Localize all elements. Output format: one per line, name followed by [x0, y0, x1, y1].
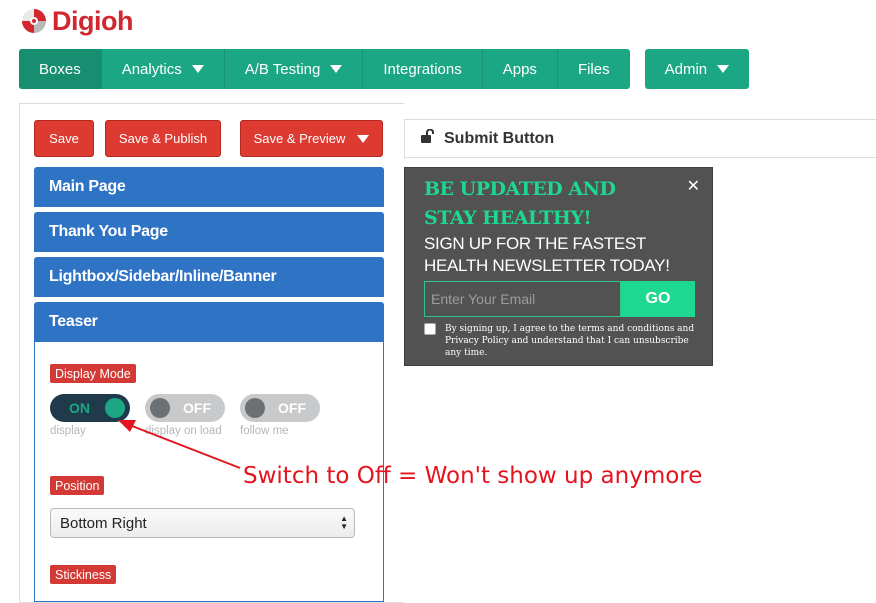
main-nav: Boxes Analytics A/B Testing Integrations…: [19, 49, 750, 89]
display-mode-label: Display Mode: [50, 364, 136, 383]
terms-checkbox[interactable]: [424, 323, 436, 335]
select-arrows-icon: ▲ ▼: [340, 514, 348, 531]
position-label: Position: [50, 476, 105, 495]
save-preview-label: Save & Preview: [253, 131, 346, 146]
nav-tab-label: Integrations: [383, 60, 462, 78]
toggle-state: OFF: [183, 400, 211, 416]
nav-tab-boxes[interactable]: Boxes: [19, 49, 102, 89]
display-on-load-toggle[interactable]: OFF: [145, 394, 225, 422]
section-label: Teaser: [49, 313, 98, 330]
section-teaser[interactable]: Teaser: [34, 302, 384, 342]
preview-headline-1: BE UPDATED AND: [424, 178, 616, 200]
terms-text: By signing up, I agree to the terms and …: [445, 324, 695, 358]
caret-down-icon: [357, 134, 370, 143]
save-button-label: Save: [49, 131, 79, 146]
nav-tab-apps[interactable]: Apps: [483, 49, 558, 89]
section-label: Thank You Page: [49, 223, 168, 240]
save-preview-button[interactable]: Save & Preview: [240, 120, 383, 157]
unlock-icon: [420, 128, 434, 148]
toggle-knob: [245, 398, 265, 418]
display-caption: display: [50, 425, 86, 437]
go-button[interactable]: GO: [621, 281, 695, 317]
submit-button-title: Submit Button: [444, 129, 555, 147]
section-label: Main Page: [49, 178, 126, 195]
nav-tab-label: Apps: [502, 60, 537, 78]
nav-tab-label: Admin: [664, 60, 708, 78]
nav-tab-integrations[interactable]: Integrations: [363, 49, 483, 89]
nav-admin-group: Admin: [644, 49, 750, 89]
save-button[interactable]: Save: [34, 120, 94, 157]
display-toggle[interactable]: ON: [50, 394, 130, 422]
toggle-knob: [105, 398, 125, 418]
preview-headline-2: STAY HEALTHY!: [424, 207, 592, 229]
nav-tab-label: Files: [577, 60, 610, 78]
email-input[interactable]: Enter Your Email: [424, 281, 621, 317]
caret-down-icon: [330, 65, 343, 73]
position-select-value: Bottom Right: [60, 514, 147, 532]
logo-text: Digioh: [52, 5, 133, 36]
nav-tab-label: A/B Testing: [244, 60, 321, 78]
nav-tab-label: Analytics: [121, 60, 182, 78]
section-main-page[interactable]: Main Page: [34, 167, 384, 207]
nav-tab-analytics[interactable]: Analytics: [102, 49, 225, 89]
save-publish-label: Save & Publish: [118, 131, 208, 146]
save-publish-button[interactable]: Save & Publish: [105, 120, 221, 157]
annotation-text: Switch to Off = Won't show up anymore: [243, 463, 703, 489]
close-icon[interactable]: ✕: [687, 176, 700, 196]
follow-me-caption: follow me: [240, 425, 289, 437]
follow-me-toggle[interactable]: OFF: [240, 394, 320, 422]
toggle-state: ON: [69, 400, 90, 416]
stickiness-label: Stickiness: [50, 565, 117, 584]
toggle-state: OFF: [278, 400, 306, 416]
nav-tab-admin[interactable]: Admin: [645, 49, 750, 89]
newsletter-preview: ✕ BE UPDATED AND STAY HEALTHY! SIGN UP F…: [404, 167, 713, 366]
preview-subtitle-2: HEALTH NEWSLETTER TODAY!: [424, 256, 670, 275]
logo-pinwheel-icon: [20, 7, 48, 35]
display-on-load-caption: display on load: [145, 425, 222, 437]
position-select[interactable]: Bottom Right ▲ ▼: [50, 508, 355, 538]
section-lightbox[interactable]: Lightbox/Sidebar/Inline/Banner: [34, 257, 384, 297]
app-logo[interactable]: Digioh: [20, 4, 133, 38]
section-thank-you-page[interactable]: Thank You Page: [34, 212, 384, 252]
nav-tab-ab-testing[interactable]: A/B Testing: [225, 49, 364, 89]
submit-button-bar[interactable]: Submit Button: [404, 119, 876, 158]
nav-tab-label: Boxes: [39, 60, 81, 78]
toggle-knob: [150, 398, 170, 418]
nav-group: Boxes Analytics A/B Testing Integrations…: [19, 49, 630, 89]
section-label: Lightbox/Sidebar/Inline/Banner: [49, 268, 277, 285]
caret-down-icon: [717, 65, 730, 73]
nav-tab-files[interactable]: Files: [558, 49, 630, 89]
caret-down-icon: [191, 65, 204, 73]
preview-subtitle-1: SIGN UP FOR THE FASTEST: [424, 234, 647, 253]
